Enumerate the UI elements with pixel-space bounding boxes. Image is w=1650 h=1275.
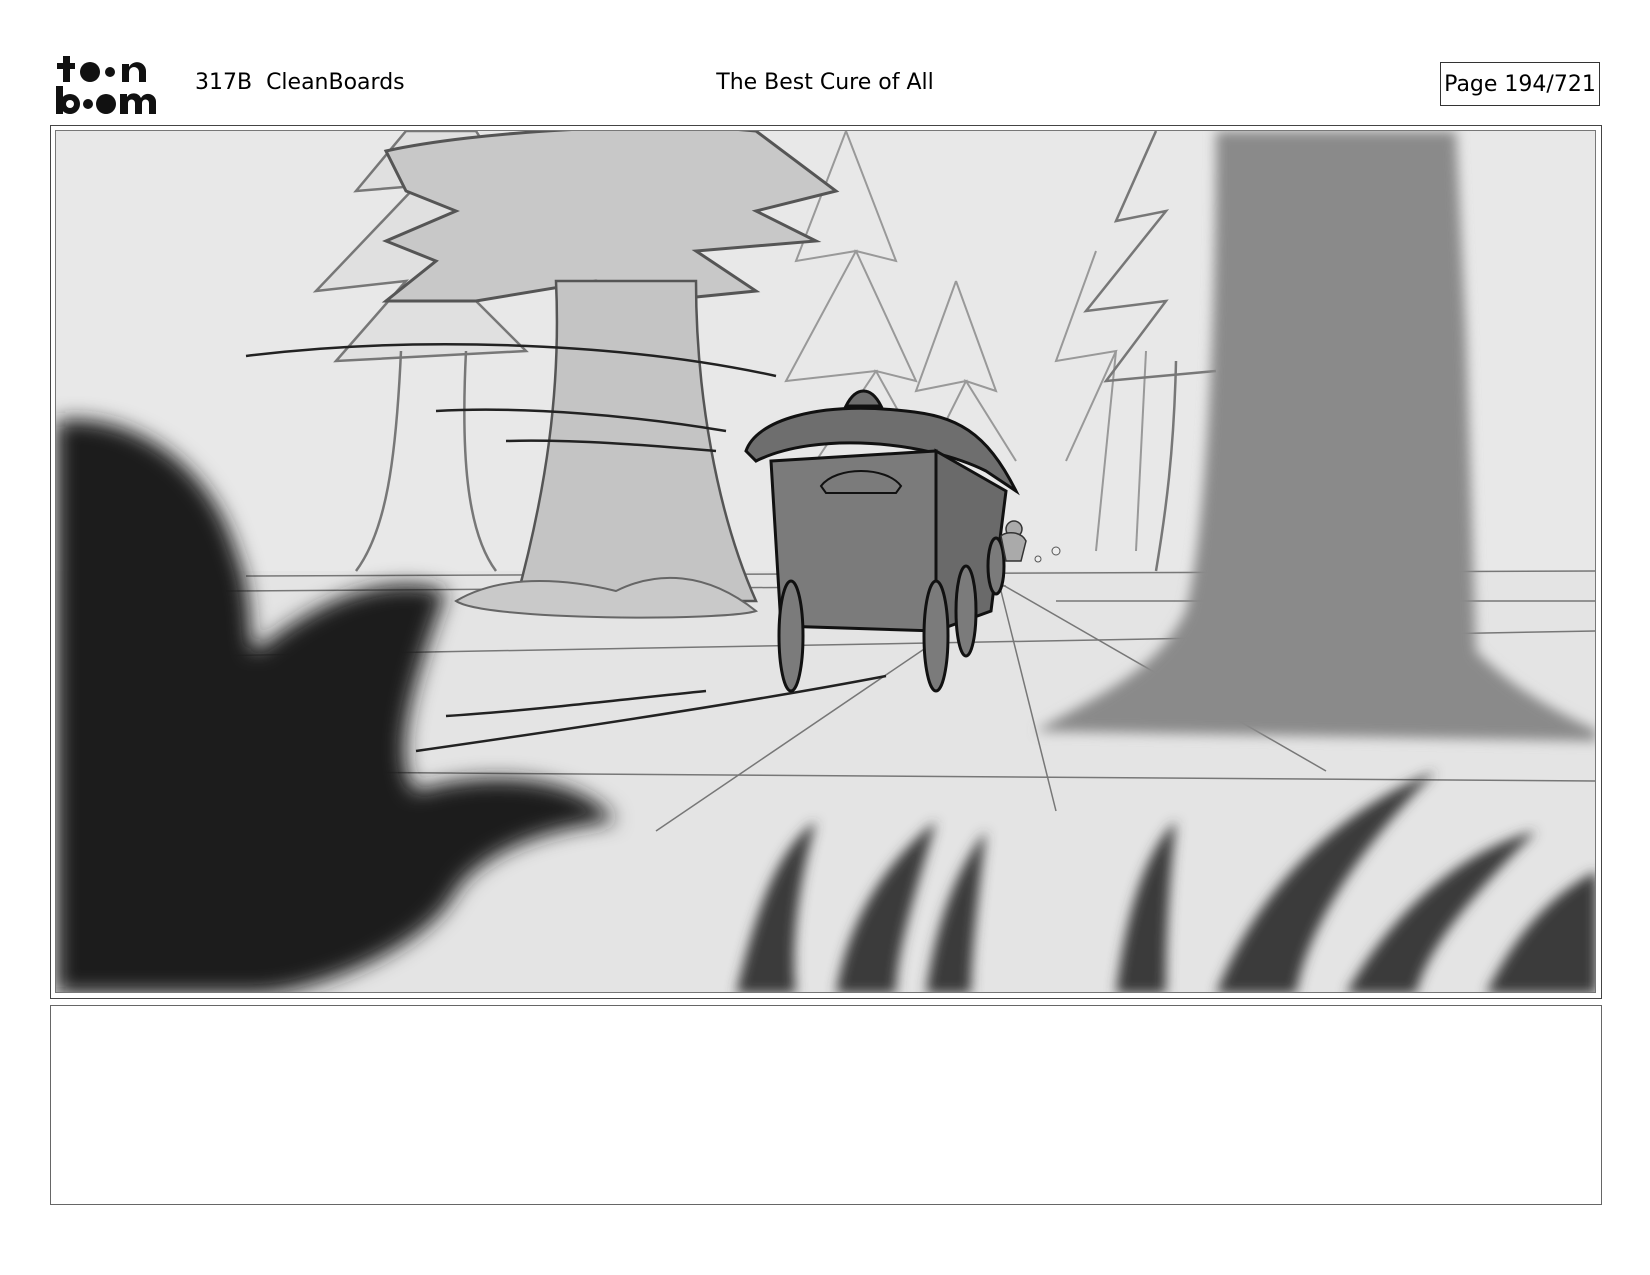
page-title: The Best Cure of All: [716, 70, 934, 95]
panel-notes-box: [50, 1005, 1602, 1205]
storyboard-drawing: [55, 130, 1596, 993]
storyboard-panel: [50, 125, 1602, 999]
page-counter: Page 194/721: [1440, 62, 1600, 106]
